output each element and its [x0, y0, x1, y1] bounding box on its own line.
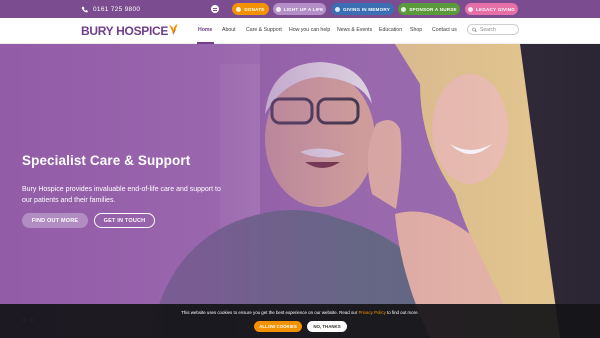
sponsor-label: SPONSOR A NURSE [409, 6, 457, 12]
phone-icon [81, 6, 88, 12]
legacy-giving-button[interactable]: LEGACY GIVING [465, 3, 518, 15]
donate-button[interactable]: DONATE [232, 3, 269, 15]
legacy-label: LEGACY GIVING [475, 6, 516, 12]
light-up-a-life-button[interactable]: LIGHT UP A LIFE [273, 3, 326, 15]
heart-icon [236, 6, 242, 12]
sponsor-a-nurse-button[interactable]: SPONSOR A NURSE [398, 3, 460, 15]
top-utility-bar: 0161 725 9800 DONATE LIGHT UP A LIFE GIV… [0, 0, 600, 18]
nav-home[interactable]: Home [198, 27, 212, 33]
phone-number: 0161 725 9800 [93, 5, 141, 13]
hero-title: Specialist Care & Support [22, 153, 191, 168]
giving-in-memory-label: GIVING IN MEMORY [343, 6, 390, 12]
nav-education[interactable]: Education [379, 27, 402, 33]
privacy-policy-link[interactable]: Privacy Policy [358, 310, 385, 315]
logo-text: BURY HOSPICE [81, 24, 169, 38]
dove-icon [335, 6, 341, 12]
accessibility-icon[interactable] [211, 5, 219, 13]
find-out-more-button[interactable]: FIND OUT MORE [22, 213, 88, 228]
candle-icon [275, 6, 281, 12]
search-input[interactable] [480, 26, 518, 33]
allow-cookies-button[interactable]: ALLOW COOKIES [254, 321, 302, 332]
nav-care-support[interactable]: Care & Support [246, 27, 282, 33]
cookie-text-after: to find out more. [385, 310, 419, 315]
cookie-text-before: This website uses cookies to ensure you … [181, 310, 359, 315]
donate-label: DONATE [244, 6, 265, 12]
nav-about[interactable]: About [222, 27, 236, 33]
legacy-icon [467, 6, 473, 12]
cookie-message: This website uses cookies to ensure you … [0, 310, 600, 315]
search-icon [472, 27, 477, 32]
search-box[interactable] [467, 24, 519, 35]
nav-shop[interactable]: Shop [410, 27, 422, 33]
get-in-touch-button[interactable]: GET IN TOUCH [94, 213, 155, 228]
site-header: BURY HOSPICE Home About Care & Support H… [0, 18, 600, 44]
nav-contact-us[interactable]: Contact us [432, 27, 457, 33]
no-thanks-button[interactable]: NO, THANKS [307, 321, 347, 332]
nav-how-you-can-help[interactable]: How you can help [289, 27, 330, 33]
hero-banner: Specialist Care & Support Bury Hospice p… [0, 44, 600, 338]
site-logo[interactable]: BURY HOSPICE [81, 23, 178, 39]
nav-news-events[interactable]: News & Events [337, 27, 372, 33]
nurse-icon [401, 6, 407, 12]
giving-in-memory-button[interactable]: GIVING IN MEMORY [331, 3, 394, 15]
phone-link[interactable]: 0161 725 9800 [81, 3, 140, 15]
cookie-banner: This website uses cookies to ensure you … [0, 304, 600, 338]
butterfly-icon [169, 24, 178, 35]
hero-description: Bury Hospice provides invaluable end-of-… [22, 186, 221, 204]
light-up-label: LIGHT UP A LIFE [283, 6, 324, 12]
